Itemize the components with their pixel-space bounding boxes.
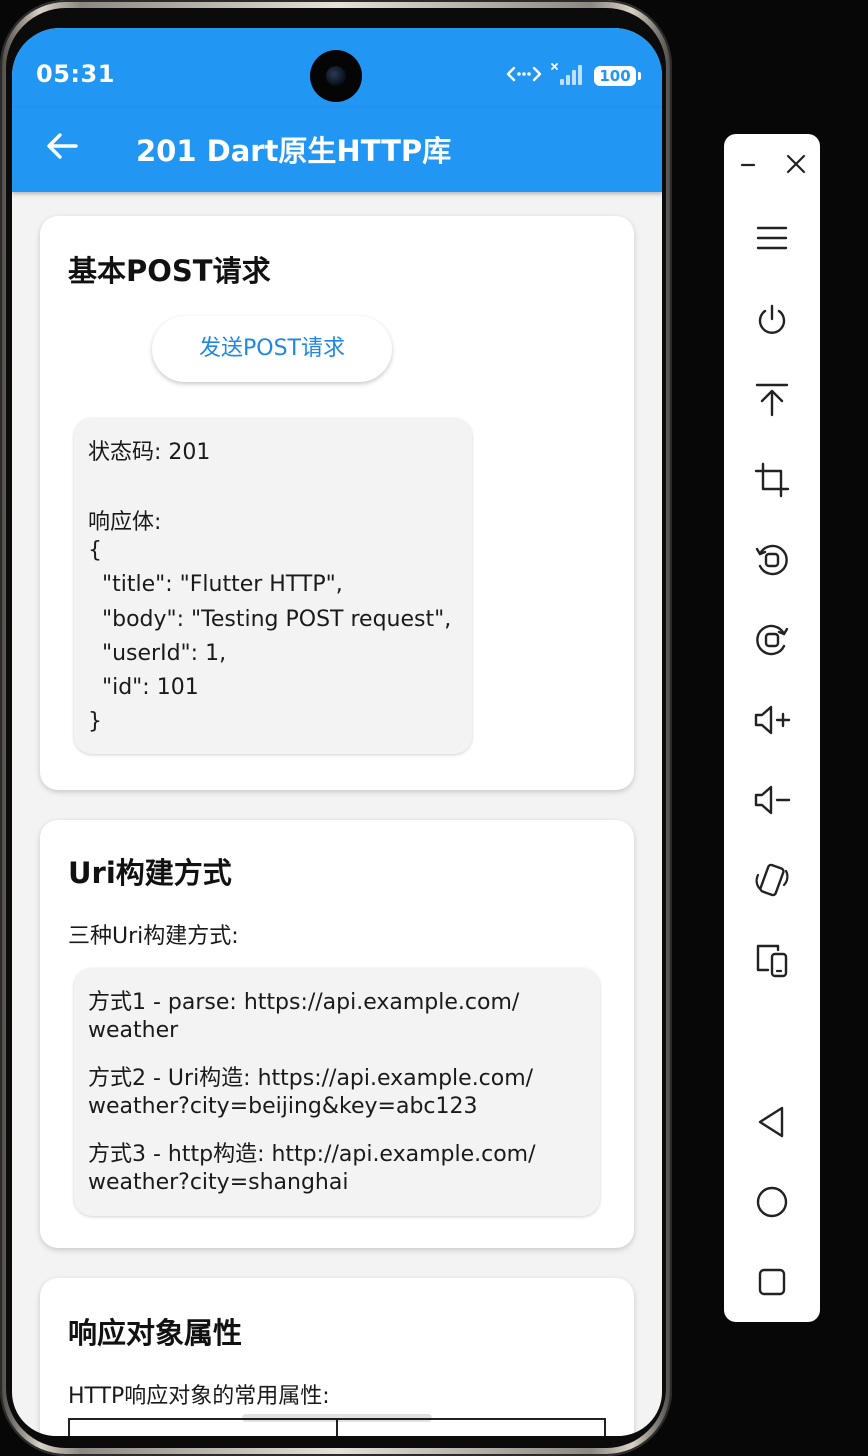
response-properties-card: 响应对象属性 HTTP响应对象的常用属性: xyxy=(40,1278,634,1436)
pin-top-icon xyxy=(755,382,789,418)
status-time: 05:31 xyxy=(36,60,115,88)
shake-icon xyxy=(754,861,790,899)
volume-down-icon xyxy=(753,784,791,816)
response-line: "body": "Testing POST request", xyxy=(88,607,452,632)
battery-icon: 100 xyxy=(594,66,641,86)
volume-down-button[interactable] xyxy=(752,780,792,820)
response-line: { xyxy=(88,538,102,563)
content-scroll-area[interactable]: 基本POST请求 发送POST请求 状态码: 201 响应体: { "title… xyxy=(12,192,662,1436)
nav-home-icon xyxy=(755,1185,789,1219)
uri-line: weather xyxy=(88,1018,179,1043)
rotate-left-icon xyxy=(754,542,790,578)
response-line: 响应体: xyxy=(88,510,162,535)
power-icon xyxy=(755,303,789,337)
data-transfer-icon xyxy=(506,64,542,88)
uri-line: weather?city=shanghai xyxy=(88,1170,349,1195)
response-line: } xyxy=(88,709,102,734)
uri-card-description: 三种Uri构建方式: xyxy=(68,924,239,949)
post-request-card: 基本POST请求 发送POST请求 状态码: 201 响应体: { "title… xyxy=(40,216,634,790)
home-indicator[interactable] xyxy=(242,1414,432,1422)
response-card-title: 响应对象属性 xyxy=(68,1316,243,1350)
rotate-right-icon xyxy=(754,622,790,658)
minimize-button[interactable] xyxy=(728,144,768,184)
uri-output-box: 方式1 - parse: https://api.example.com/ we… xyxy=(74,968,600,1216)
power-button[interactable] xyxy=(752,300,792,340)
nav-back-icon xyxy=(756,1105,788,1139)
volume-up-button[interactable] xyxy=(752,700,792,740)
nav-recents-icon xyxy=(756,1266,788,1298)
uri-line: weather?city=beijing&key=abc123 xyxy=(88,1094,478,1119)
status-icons: 100 xyxy=(506,62,641,90)
send-post-button[interactable]: 发送POST请求 xyxy=(152,316,392,382)
post-card-title: 基本POST请求 xyxy=(68,254,271,288)
rotate-right-button[interactable] xyxy=(752,620,792,660)
volume-up-icon xyxy=(753,704,791,736)
nav-back-button[interactable] xyxy=(752,1102,792,1142)
response-line: "title": "Flutter HTTP", xyxy=(88,572,343,597)
close-button[interactable] xyxy=(776,144,816,184)
uri-line: 方式3 - http构造: http://api.example.com/ xyxy=(88,1142,536,1167)
response-line: "userId": 1, xyxy=(88,641,227,666)
crop-button[interactable] xyxy=(752,460,792,500)
close-icon xyxy=(785,153,807,175)
table-column xyxy=(70,1420,336,1436)
nav-home-button[interactable] xyxy=(752,1182,792,1222)
front-camera xyxy=(310,50,362,102)
menu-button[interactable] xyxy=(752,218,792,258)
nav-recents-button[interactable] xyxy=(752,1262,792,1302)
multi-device-icon xyxy=(754,942,790,978)
crop-icon xyxy=(754,462,790,498)
response-line: "id": 101 xyxy=(88,675,199,700)
response-line: 状态码: 201 xyxy=(88,440,211,465)
phone-screen: 05:31 100 201 Dart原生HTTP库 基本POST请求 发送POS… xyxy=(12,28,662,1436)
minimize-icon xyxy=(738,154,758,174)
table-column xyxy=(336,1420,604,1436)
pin-top-button[interactable] xyxy=(752,380,792,420)
page-title: 201 Dart原生HTTP库 xyxy=(136,134,452,168)
back-button[interactable] xyxy=(40,126,84,170)
app-bar: 201 Dart原生HTTP库 xyxy=(12,108,662,192)
uri-build-card: Uri构建方式 三种Uri构建方式: 方式1 - parse: https://… xyxy=(40,820,634,1248)
uri-line: 方式1 - parse: https://api.example.com/ xyxy=(88,990,520,1015)
emulator-toolbar xyxy=(724,134,820,1322)
response-card-description: HTTP响应对象的常用属性: xyxy=(68,1384,330,1409)
response-output-box: 状态码: 201 响应体: { "title": "Flutter HTTP",… xyxy=(74,418,472,754)
uri-card-title: Uri构建方式 xyxy=(68,856,232,890)
multi-device-button[interactable] xyxy=(752,940,792,980)
arrow-back-icon xyxy=(46,132,78,164)
signal-no-service-icon xyxy=(550,62,586,90)
uri-line: 方式2 - Uri构造: https://api.example.com/ xyxy=(88,1066,534,1091)
shake-button[interactable] xyxy=(752,860,792,900)
rotate-left-button[interactable] xyxy=(752,540,792,580)
menu-icon xyxy=(756,224,788,252)
